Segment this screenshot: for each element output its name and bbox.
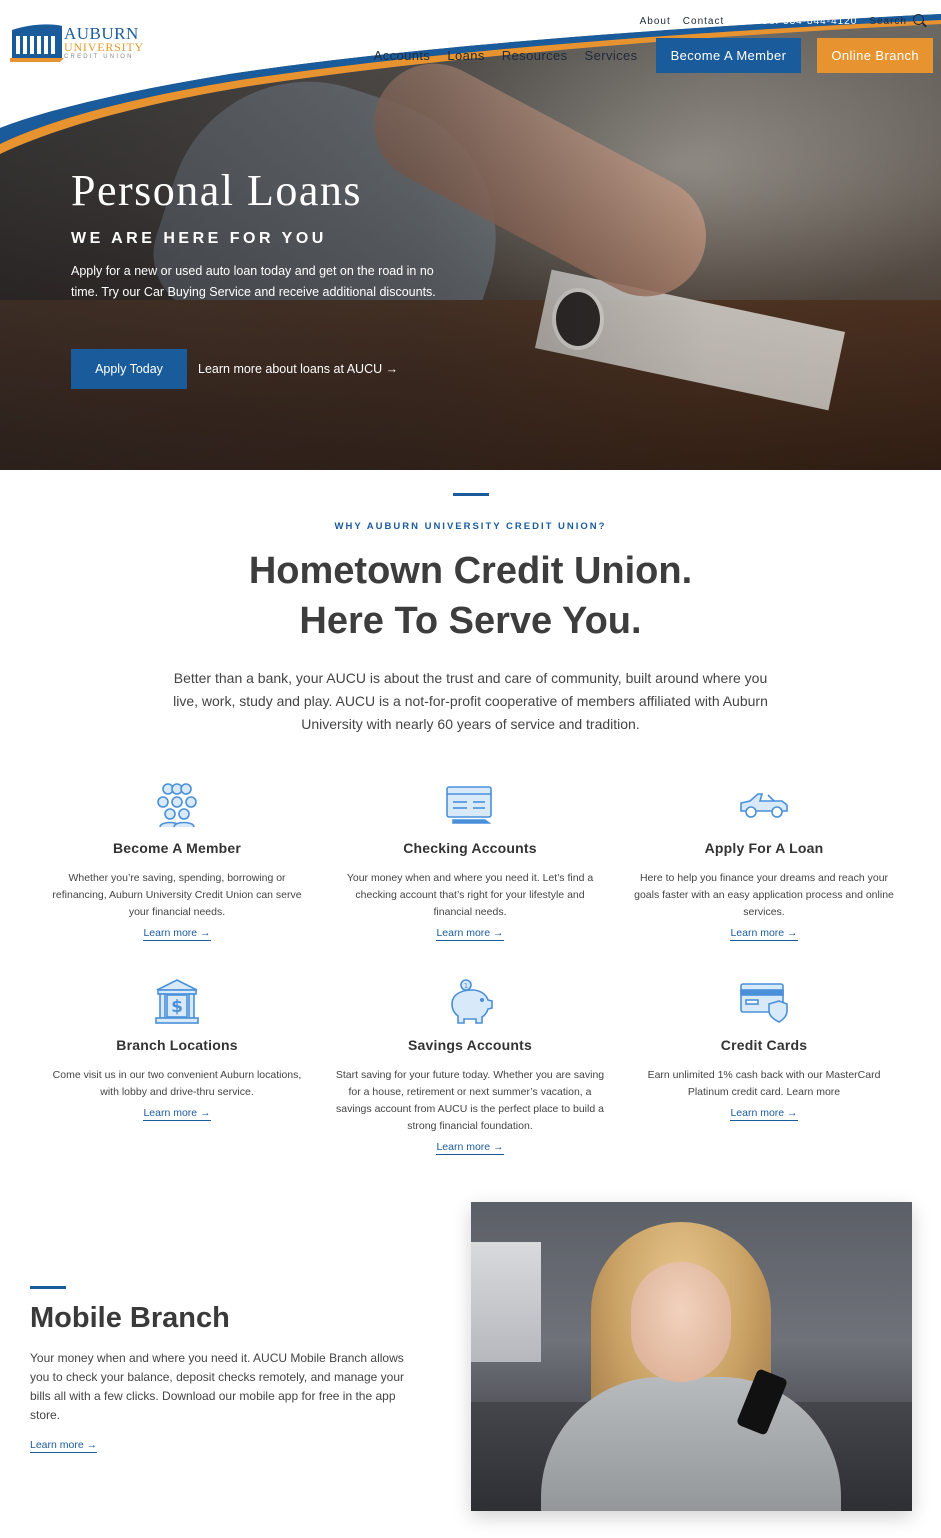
feature-credit-cards: Credit Cards Earn unlimited 1% cash back… xyxy=(629,977,899,1121)
util-link-about[interactable]: About xyxy=(640,16,671,27)
car-icon xyxy=(629,780,899,830)
hero-content: Personal Loans WE ARE HERE FOR YOU Apply… xyxy=(71,166,461,303)
hero-subtitle: WE ARE HERE FOR YOU xyxy=(71,230,327,247)
why-eyebrow: WHY AUBURN UNIVERSITY CREDIT UNION? xyxy=(334,521,607,532)
section-accent-bar xyxy=(453,493,489,496)
bank-dollar-icon: $ xyxy=(42,977,312,1027)
hero-description: Apply for a new or used auto loan today … xyxy=(71,264,436,299)
feature-title: Apply For A Loan xyxy=(704,840,824,856)
nav-accounts[interactable]: Accounts xyxy=(374,48,431,63)
util-link-contact[interactable]: Contact xyxy=(683,16,724,27)
photo-face xyxy=(631,1262,731,1382)
mobile-learn-more-link[interactable]: Learn more → xyxy=(30,1439,98,1453)
why-headline: Hometown Credit Union. Here To Serve You… xyxy=(0,546,941,646)
feature-learn-more-link[interactable]: Learn more → xyxy=(730,1107,798,1121)
hero-title: Personal Loans xyxy=(71,166,363,215)
feature-become-member: Become A Member Whether you’re saving, s… xyxy=(42,780,312,941)
why-intro: Better than a bank, your AUCU is about t… xyxy=(173,670,768,732)
feature-branch-locations: $ Branch Locations Come visit us in our … xyxy=(42,977,312,1121)
feature-text: Your money when and where you need it. L… xyxy=(346,872,594,918)
svg-text:1: 1 xyxy=(464,982,468,990)
logo-wordmark[interactable]: AUBURN UNIVERSITY CREDIT UNION xyxy=(64,25,144,61)
util-link-search[interactable]: Search xyxy=(869,16,907,27)
photo-sweater xyxy=(541,1377,841,1511)
hero-actions: Apply Today Learn more about loans at AU… xyxy=(71,349,398,389)
feature-learn-more-link[interactable]: Learn more → xyxy=(436,927,504,941)
feature-learn-more-link[interactable]: Learn more → xyxy=(436,1141,504,1155)
nav-services[interactable]: Services xyxy=(585,48,638,63)
logo-line-credit-union: CREDIT UNION xyxy=(64,54,134,60)
hero-banner: AUBURN UNIVERSITY CREDIT UNION About Con… xyxy=(0,0,941,470)
checking-card-icon xyxy=(335,780,605,830)
become-member-button[interactable]: Become A Member xyxy=(655,38,802,73)
mobile-branch-title: Mobile Branch xyxy=(30,1302,230,1334)
feature-learn-more-link[interactable]: Learn more → xyxy=(730,927,798,941)
online-branch-button[interactable]: Online Branch xyxy=(817,38,933,73)
feature-text: Come visit us in our two convenient Aubu… xyxy=(52,1069,302,1098)
piggy-bank-icon: 1 xyxy=(335,977,605,1027)
feature-title: Branch Locations xyxy=(116,1037,238,1053)
svg-text:$: $ xyxy=(171,997,183,1017)
nav-loans[interactable]: Loans xyxy=(447,48,484,63)
feature-title: Credit Cards xyxy=(720,1037,808,1053)
feature-text: Here to help you finance your dreams and… xyxy=(634,872,894,918)
feature-text: Start saving for your future today. Whet… xyxy=(335,1069,605,1132)
learn-more-loans-link[interactable]: Learn more about loans at AUCU → xyxy=(198,362,398,376)
main-nav: Accounts Loans Resources Services Become… xyxy=(374,38,933,73)
why-headline-line1: Hometown Credit Union. xyxy=(248,550,693,592)
feature-learn-more-link[interactable]: Learn more → xyxy=(143,1107,211,1121)
util-phone[interactable]: Call Us: 334-844-4120 xyxy=(736,16,857,27)
feature-title: Become A Member xyxy=(112,840,241,856)
photo-window xyxy=(471,1242,541,1362)
mobile-branch-description: Your money when and where you need it. A… xyxy=(30,1351,404,1422)
mobile-accent-bar xyxy=(30,1286,66,1289)
feature-text: Whether you’re saving, spending, borrowi… xyxy=(52,872,302,918)
feature-text: Earn unlimited 1% cash back with our Mas… xyxy=(647,1069,881,1098)
logo-line-university: UNIVERSITY xyxy=(64,40,144,54)
credit-card-shield-icon xyxy=(629,977,899,1027)
feature-title: Checking Accounts xyxy=(403,840,537,856)
feature-savings-accounts: 1 Savings Accounts Start saving for your… xyxy=(335,977,605,1155)
utility-nav: About Contact Call Us: 334-844-4120 Sear… xyxy=(628,14,927,28)
search-icon[interactable] xyxy=(913,14,927,28)
feature-learn-more-link[interactable]: Learn more → xyxy=(143,927,211,941)
nav-resources[interactable]: Resources xyxy=(502,48,568,63)
mobile-branch-photo xyxy=(471,1202,912,1511)
feature-apply-loan: Apply For A Loan Here to help you financ… xyxy=(629,780,899,941)
feature-checking-accounts: Checking Accounts Your money when and wh… xyxy=(335,780,605,941)
people-group-icon xyxy=(42,780,312,830)
feature-title: Savings Accounts xyxy=(407,1037,533,1053)
apply-today-button[interactable]: Apply Today xyxy=(71,349,187,389)
why-headline-line2: Here To Serve You. xyxy=(299,600,642,642)
